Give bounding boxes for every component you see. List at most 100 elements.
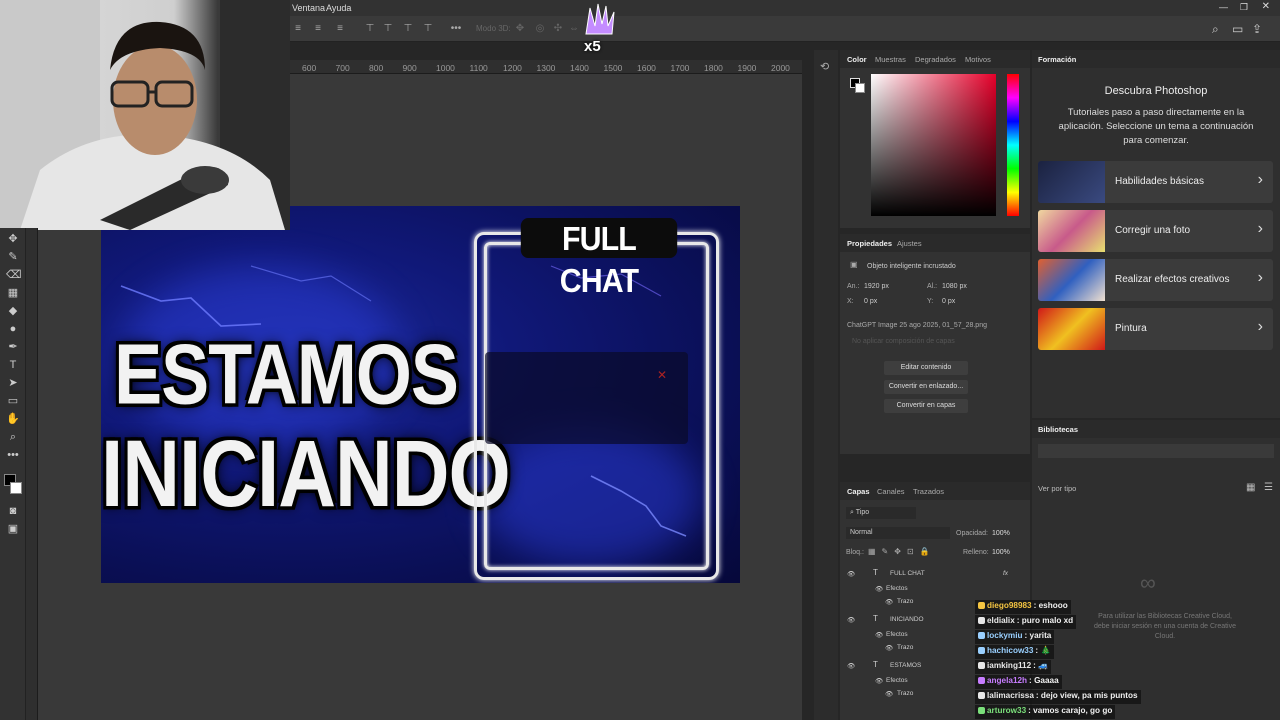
3d-rotate-icon[interactable]: ✥ bbox=[514, 23, 526, 35]
quick-mask-icon[interactable]: ◙ bbox=[6, 504, 20, 518]
text-layer-icon: T bbox=[873, 660, 878, 669]
visibility-eye-icon[interactable]: 👁 bbox=[875, 677, 883, 685]
blend-mode-select[interactable]: Normal bbox=[846, 527, 950, 539]
visibility-eye-icon[interactable]: 👁 bbox=[885, 598, 893, 606]
x-label: X: bbox=[847, 298, 854, 305]
layer-comp-select[interactable]: No aplicar composición de capas bbox=[852, 338, 955, 345]
menu-ayuda[interactable]: Ayuda bbox=[326, 3, 351, 13]
shape-tool-icon[interactable]: ▭ bbox=[6, 394, 20, 408]
edit-contents-button[interactable]: Editar contenido bbox=[884, 361, 968, 375]
visibility-eye-icon[interactable]: 👁 bbox=[885, 644, 893, 652]
chat-message: diego98983: eshooo bbox=[975, 600, 1071, 614]
minimize-icon[interactable]: — bbox=[1219, 2, 1228, 12]
visibility-eye-icon[interactable]: 👁 bbox=[847, 616, 855, 624]
3d-roll-icon[interactable]: ◎ bbox=[534, 23, 546, 35]
height-value[interactable]: 1080 px bbox=[942, 283, 967, 290]
x-value[interactable]: 0 px bbox=[864, 298, 877, 305]
zoom-tool-icon[interactable]: ⌕ bbox=[6, 430, 20, 444]
convert-to-layers-button[interactable]: Convertir en capas bbox=[884, 399, 968, 413]
card-label: Habilidades básicas bbox=[1115, 176, 1204, 187]
visibility-eye-icon[interactable]: 👁 bbox=[847, 570, 855, 578]
file-name: ChatGPT Image 25 ago 2025, 01_57_28.png bbox=[847, 322, 987, 329]
pen-tool-icon[interactable]: ✒ bbox=[6, 340, 20, 354]
path-select-tool-icon[interactable]: ➤ bbox=[6, 376, 20, 390]
maximize-icon[interactable]: ❐ bbox=[1240, 2, 1248, 13]
distribute-left-icon[interactable]: ⊤ bbox=[364, 23, 376, 35]
layer-filter-select[interactable]: ⌕ Tipo bbox=[846, 507, 916, 519]
align-middle-icon[interactable]: ≡ bbox=[312, 23, 324, 35]
visibility-eye-icon[interactable]: 👁 bbox=[875, 631, 883, 639]
tab-paths[interactable]: Trazados bbox=[913, 487, 944, 496]
y-value[interactable]: 0 px bbox=[942, 298, 955, 305]
tab-libraries[interactable]: Bibliotecas bbox=[1038, 425, 1078, 434]
layer-name[interactable]: FULL CHAT bbox=[890, 570, 925, 577]
tab-layers[interactable]: Capas bbox=[847, 487, 870, 496]
workspace-icon[interactable]: ▭ bbox=[1232, 22, 1243, 36]
chat-username: hachicow33 bbox=[987, 646, 1034, 655]
grid-view-icon[interactable]: ▦ bbox=[1246, 482, 1255, 493]
history-icon[interactable]: ⟲ bbox=[820, 60, 829, 73]
gradient-tool-icon[interactable]: ▦ bbox=[6, 286, 20, 300]
learn-tabs: Formación bbox=[1032, 50, 1280, 68]
learn-card[interactable]: Realizar efectos creativos › bbox=[1038, 259, 1273, 301]
layer-name[interactable]: ESTAMOS bbox=[890, 662, 921, 669]
align-top-icon[interactable]: ≡ bbox=[292, 23, 304, 35]
card-label: Realizar efectos creativos bbox=[1115, 274, 1230, 285]
hue-slider[interactable] bbox=[1007, 74, 1019, 216]
move-tool-icon[interactable]: ✥ bbox=[6, 232, 20, 246]
visibility-eye-icon[interactable]: 👁 bbox=[885, 690, 893, 698]
brush-tool-icon[interactable]: ✎ bbox=[6, 250, 20, 264]
layer-effects-row[interactable]: 👁 Efectos bbox=[840, 582, 1030, 596]
ruler-tick-label: 1000 bbox=[436, 63, 455, 73]
width-value[interactable]: 1920 px bbox=[864, 283, 889, 290]
tab-gradients[interactable]: Degradados bbox=[915, 55, 956, 64]
card-thumbnail bbox=[1038, 259, 1105, 301]
learn-card[interactable]: Pintura › bbox=[1038, 308, 1273, 350]
visibility-eye-icon[interactable]: 👁 bbox=[847, 662, 855, 670]
lock-label: Bloq.: bbox=[846, 549, 864, 556]
hand-tool-icon[interactable]: ✋ bbox=[6, 412, 20, 426]
ruler-tick-label: 2000 bbox=[771, 63, 790, 73]
type-tool-icon[interactable]: T bbox=[6, 358, 20, 372]
tab-learn[interactable]: Formación bbox=[1038, 55, 1076, 64]
background-color-swatch[interactable] bbox=[10, 482, 22, 494]
search-icon[interactable]: ⌕ bbox=[1212, 22, 1219, 37]
align-bottom-icon[interactable]: ≡ bbox=[334, 23, 346, 35]
close-icon[interactable]: ✕ bbox=[1262, 1, 1270, 12]
eraser-tool-icon[interactable]: ⌫ bbox=[6, 268, 22, 282]
more-tools-icon[interactable]: ••• bbox=[6, 448, 20, 462]
tab-adjustments[interactable]: Ajustes bbox=[897, 239, 922, 248]
opacity-value[interactable]: 100% bbox=[992, 530, 1010, 537]
distribute-center-icon[interactable]: ⊤ bbox=[382, 23, 394, 35]
learn-card[interactable]: Habilidades básicas › bbox=[1038, 161, 1273, 203]
dodge-tool-icon[interactable]: ● bbox=[6, 322, 20, 336]
list-view-icon[interactable]: ☰ bbox=[1264, 482, 1273, 493]
tab-properties[interactable]: Propiedades bbox=[847, 239, 892, 248]
tab-channels[interactable]: Canales bbox=[877, 487, 905, 496]
tab-patterns[interactable]: Motivos bbox=[965, 55, 991, 64]
3d-pan-icon[interactable]: ✣ bbox=[552, 23, 564, 35]
screen-mode-icon[interactable]: ▣ bbox=[6, 522, 20, 536]
view-by-type[interactable]: Ver por tipo bbox=[1038, 484, 1076, 493]
bg-color-chip[interactable] bbox=[855, 83, 865, 93]
share-icon[interactable]: ⇪ bbox=[1252, 22, 1262, 36]
learn-card[interactable]: Corregir una foto › bbox=[1038, 210, 1273, 252]
tab-color[interactable]: Color bbox=[847, 55, 867, 64]
color-picker-field[interactable] bbox=[871, 74, 996, 216]
more-options-icon[interactable]: ••• bbox=[450, 23, 462, 35]
distribute-right-icon[interactable]: ⊤ bbox=[402, 23, 414, 35]
visibility-eye-icon[interactable]: 👁 bbox=[875, 585, 883, 593]
tab-swatches[interactable]: Muestras bbox=[875, 55, 906, 64]
layer-name[interactable]: INICIANDO bbox=[890, 616, 924, 623]
blur-tool-icon[interactable]: ◆ bbox=[6, 304, 20, 318]
convert-to-linked-button[interactable]: Convertir en enlazado... bbox=[884, 380, 968, 394]
canvas-artwork[interactable]: ESTAMOS INICIANDO ✕ FULL CHAT bbox=[101, 206, 740, 583]
lock-icons[interactable]: ▦✎✥⊡🔒 bbox=[868, 547, 936, 556]
chat-text: yarita bbox=[1029, 631, 1052, 640]
layer-row[interactable]: 👁 T FULL CHAT fx bbox=[840, 567, 1030, 581]
fx-icon[interactable]: fx bbox=[1003, 570, 1008, 577]
distribute-horizontal-icon[interactable]: ⊤ bbox=[422, 23, 434, 35]
fill-value[interactable]: 100% bbox=[992, 549, 1010, 556]
menu-ventana[interactable]: Ventana bbox=[292, 3, 325, 13]
library-select[interactable] bbox=[1038, 444, 1274, 458]
